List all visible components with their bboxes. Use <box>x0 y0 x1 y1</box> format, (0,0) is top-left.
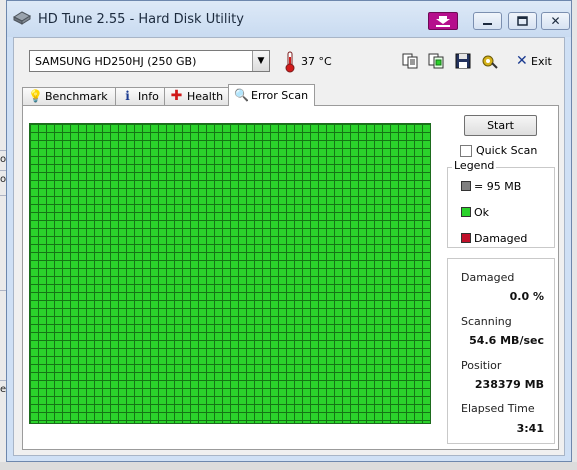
position-label: Positior <box>461 359 502 372</box>
hdtune-window: HD Tune 2.55 - Hard Disk Utility 🗕 🗖 ✕ S… <box>6 0 572 462</box>
legend-item-label: Damaged <box>474 232 528 245</box>
position-value: 238379 MB <box>474 378 544 391</box>
scan-stats-group <box>447 258 555 444</box>
copy-screenshot-icon[interactable] <box>427 52 445 70</box>
scanning-value: 54.6 MB/sec <box>469 334 544 347</box>
damaged-label: Damaged <box>461 271 515 284</box>
start-button[interactable]: Start <box>464 115 537 136</box>
legend-item-block-size: = 95 MB <box>461 180 521 193</box>
main-client-area: SAMSUNG HD250HJ (250 GB) ▼ 37 °C ✕ Exit … <box>13 37 565 456</box>
tab-benchmark-label: Benchmark <box>45 90 108 103</box>
legend-item-label: Ok <box>474 206 490 219</box>
desktop-background-right <box>572 0 577 470</box>
thermometer-icon <box>285 51 295 73</box>
legend-item-ok: Ok <box>461 206 489 219</box>
scanning-label: Scanning <box>461 315 512 328</box>
damaged-value: 0.0 % <box>509 290 544 303</box>
drive-select[interactable]: SAMSUNG HD250HJ (250 GB) ▼ <box>29 50 270 72</box>
quick-scan-label[interactable]: Quick Scan <box>476 144 537 157</box>
quick-scan-checkbox[interactable] <box>460 145 472 157</box>
legend-item-damaged: Damaged <box>461 232 527 245</box>
tab-benchmark[interactable]: 💡 Benchmark <box>22 87 116 105</box>
maximize-glyph-icon <box>517 16 528 26</box>
drive-select-value: SAMSUNG HD250HJ (250 GB) <box>35 55 197 68</box>
minimize-button[interactable]: 🗕 <box>473 12 502 30</box>
close-icon: ✕ <box>550 14 561 28</box>
temperature-readout: 37 °C <box>301 55 332 68</box>
hard-disk-app-icon <box>13 11 31 25</box>
legend-title: Legend <box>452 159 497 172</box>
minimize-glyph-icon <box>483 23 492 25</box>
benchmark-icon: 💡 <box>28 89 43 103</box>
legend-swatch-gray <box>461 181 471 191</box>
options-icon[interactable] <box>481 52 499 70</box>
window-title: HD Tune 2.55 - Hard Disk Utility <box>38 12 244 27</box>
copy-text-icon[interactable] <box>401 52 419 70</box>
legend-item-label: = 95 MB <box>474 180 522 193</box>
exit-button[interactable]: Exit <box>531 55 552 68</box>
error-scan-block-map <box>29 123 431 424</box>
chevron-down-icon[interactable]: ▼ <box>252 51 269 71</box>
desktop-background-bottom <box>0 462 577 470</box>
elapsed-time-label: Elapsed Time <box>461 402 535 415</box>
error-scan-panel: Start Quick Scan Legend = 95 MB Ok Damag… <box>22 105 559 450</box>
magnifier-icon: 🔍 <box>234 88 249 102</box>
arrow-down-icon <box>436 16 450 27</box>
legend-swatch-red <box>461 233 471 243</box>
tab-health-label: Health <box>187 90 224 103</box>
maximize-button[interactable]: 🗖 <box>508 12 537 30</box>
close-button[interactable]: ✕ <box>541 12 570 30</box>
tab-info-label: Info <box>138 90 159 103</box>
health-icon: ✚ <box>170 88 183 104</box>
tab-info[interactable]: i Info <box>115 87 165 105</box>
info-icon: i <box>125 89 130 103</box>
tab-health[interactable]: ✚ Health <box>164 87 229 105</box>
window-menu-dropdown-button[interactable] <box>428 12 458 30</box>
tab-error-scan[interactable]: 🔍 Error Scan <box>228 84 315 106</box>
exit-x-icon[interactable]: ✕ <box>516 54 528 68</box>
tab-error-scan-label: Error Scan <box>251 89 309 102</box>
title-bar[interactable]: HD Tune 2.55 - Hard Disk Utility 🗕 🗖 ✕ <box>7 1 571 37</box>
legend-swatch-green <box>461 207 471 217</box>
elapsed-time-value: 3:41 <box>516 422 544 435</box>
save-icon[interactable] <box>454 52 472 70</box>
